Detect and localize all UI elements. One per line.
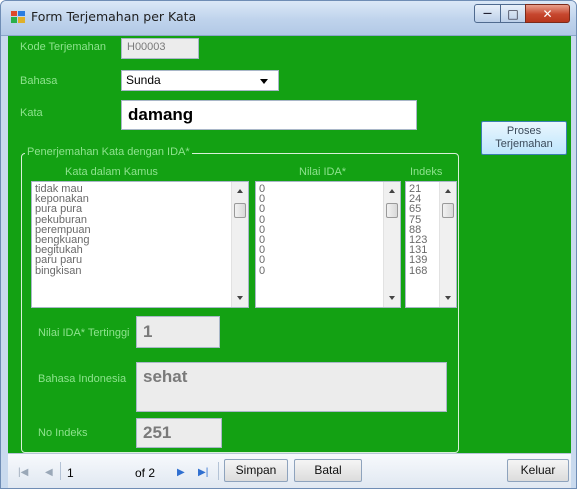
scroll-thumb[interactable] — [386, 203, 398, 218]
scroll-up-icon[interactable] — [237, 189, 243, 193]
position-input[interactable]: 1 — [67, 466, 74, 480]
proses-button-label-line1: Proses — [506, 125, 542, 137]
nilai-ida-header: Nilai IDA* — [299, 166, 347, 178]
maximize-button[interactable]: □ — [500, 4, 526, 23]
close-icon: ✕ — [542, 6, 553, 21]
simpan-button[interactable]: Simpan — [224, 459, 288, 482]
nilai-list-scrollbar[interactable] — [383, 182, 400, 307]
bahasa-indonesia-field[interactable]: sehat — [136, 362, 447, 412]
kata-dalam-kamus-list[interactable]: tidak mau keponakan pura pura pekuburan pere… — [31, 181, 249, 308]
toolbar-separator — [218, 462, 219, 480]
proses-terjemahan-button[interactable]: Proses Terjemahan — [481, 121, 567, 155]
nilai-list-item[interactable]: 0 — [259, 265, 265, 276]
binding-navigator-toolbar: |◀ ◀ 1 of 2 ▶ ▶| Simpan Batal Keluar — [8, 453, 571, 488]
kode-terjemahan-label: Kode Terjemahan — [20, 41, 107, 53]
nilai-ida-tertinggi-field[interactable]: 1 — [136, 316, 220, 348]
scroll-thumb[interactable] — [442, 203, 454, 218]
kata-dalam-kamus-header: Kata dalam Kamus — [65, 166, 158, 178]
minimize-button[interactable]: — — [474, 4, 501, 23]
scroll-down-icon[interactable] — [389, 296, 395, 300]
indeks-list[interactable]: 21 24 65 75 88 123 131 139 168 — [405, 181, 457, 308]
scroll-down-icon[interactable] — [237, 296, 243, 300]
indeks-list-scrollbar[interactable] — [439, 182, 456, 307]
bahasa-dropdown[interactable]: Sunda — [121, 70, 279, 91]
minimize-icon: — — [483, 8, 492, 19]
scroll-thumb[interactable] — [234, 203, 246, 218]
no-indeks-field[interactable]: 251 — [136, 418, 222, 448]
proses-button-label-line2: Terjemahan — [495, 138, 553, 150]
record-count-label: of 2 — [135, 466, 156, 480]
nilai-ida-tertinggi-label: Nilai IDA* Tertinggi — [38, 327, 130, 339]
kata-input[interactable]: damang — [121, 100, 417, 130]
indeks-header: Indeks — [410, 166, 443, 178]
window-title: Form Terjemahan per Kata — [31, 9, 197, 24]
scroll-up-icon[interactable] — [445, 189, 451, 193]
app-icon — [11, 11, 25, 23]
move-first-icon[interactable]: |◀ — [18, 467, 28, 478]
maximize-icon: □ — [507, 6, 519, 21]
move-next-icon[interactable]: ▶ — [177, 467, 185, 478]
scroll-up-icon[interactable] — [389, 189, 395, 193]
scroll-down-icon[interactable] — [445, 296, 451, 300]
move-last-icon[interactable]: ▶| — [198, 467, 208, 478]
indeks-list-item[interactable]: 168 — [409, 265, 427, 276]
kata-list-scrollbar[interactable] — [231, 182, 248, 307]
kata-label: Kata — [20, 107, 43, 119]
batal-button[interactable]: Batal — [294, 459, 362, 482]
title-bar[interactable]: Form Terjemahan per Kata — □ ✕ — [1, 1, 576, 36]
move-previous-icon[interactable]: ◀ — [45, 467, 53, 478]
bahasa-label: Bahasa — [20, 75, 58, 87]
bahasa-selected-value: Sunda — [126, 73, 161, 87]
bahasa-indonesia-label: Bahasa Indonesia — [38, 373, 127, 385]
no-indeks-label: No Indeks — [38, 427, 88, 439]
form-window: Form Terjemahan per Kata — □ ✕ Kode Terj… — [0, 0, 577, 489]
close-button[interactable]: ✕ — [525, 4, 570, 23]
chevron-down-icon — [260, 79, 268, 84]
kode-terjemahan-field[interactable]: H00003 — [121, 38, 199, 59]
keluar-button[interactable]: Keluar — [507, 459, 569, 482]
kata-list-item[interactable]: bingkisan — [35, 265, 91, 276]
nilai-ida-list[interactable]: 000000000 — [255, 181, 401, 308]
groupbox-title: Penerjemahan Kata dengan IDA* — [25, 146, 192, 158]
toolbar-separator — [60, 462, 61, 480]
